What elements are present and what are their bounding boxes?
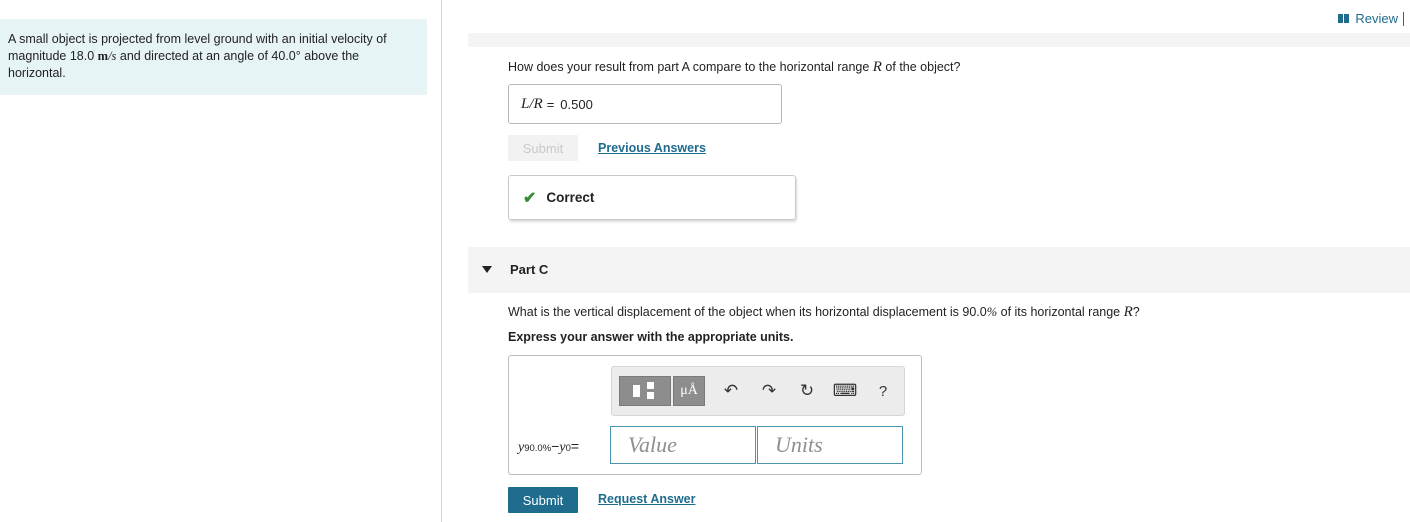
unit-meters: m [97,49,109,63]
percent-symbol: % [986,305,998,319]
part-b-submit-button[interactable]: Submit [508,135,578,161]
value-input[interactable] [610,426,756,464]
review-label: Review [1355,11,1398,26]
templates-button[interactable] [619,376,671,406]
problem-statement: A small object is projected from level g… [0,19,427,95]
check-icon: ✔ [523,189,537,207]
part-b-question: How does your result from part A compare… [508,59,961,75]
answer-value: 0.500 [560,96,593,112]
problem-line-2: magnitude 18.0 m/s and directed at an an… [8,49,360,63]
var-R: R [872,59,882,75]
var-R: R [1123,304,1133,320]
keyboard-icon[interactable]: ⌨ [833,376,858,406]
problem-pane: A small object is projected from level g… [0,0,442,522]
part-c-question: What is the vertical displacement of the… [508,304,1140,320]
review-link[interactable]: Review [1338,11,1398,26]
template-icon [633,385,640,397]
part-c-title: Part C [510,262,549,277]
part-c-submit-button[interactable]: Submit [508,487,578,513]
undo-icon[interactable]: ↶ [719,376,743,406]
previous-answers-link[interactable]: Previous Answers [598,141,706,155]
answer-equals: = [546,96,555,112]
problem-line-1: A small object is projected from level g… [8,32,387,46]
feedback-correct: ✔ Correct [508,175,796,220]
redo-icon[interactable]: ↷ [757,376,781,406]
part-b-answer-box: L/R = 0.500 [508,84,782,124]
review-divider [1403,12,1404,26]
part-c-header[interactable] [468,247,1410,293]
collapse-caret-icon[interactable] [482,266,492,273]
help-button[interactable]: ? [871,376,895,406]
expression-label: y 90.0% − y0 = [518,438,580,455]
problem-line-3: horizontal. [8,66,66,80]
answer-label: L/R [521,95,543,112]
part-c-instruction: Express your answer with the appropriate… [508,330,794,344]
feedback-label: Correct [546,190,595,205]
review-icon [1338,14,1350,23]
reset-icon[interactable]: ↻ [795,376,819,406]
units-button[interactable]: μÅ [673,376,705,406]
request-answer-link[interactable]: Request Answer [598,492,695,506]
part-b-header-band [468,33,1410,47]
units-input[interactable] [757,426,903,464]
math-toolbar: μÅ ↶ ↷ ↻ ⌨ ? [611,366,905,416]
